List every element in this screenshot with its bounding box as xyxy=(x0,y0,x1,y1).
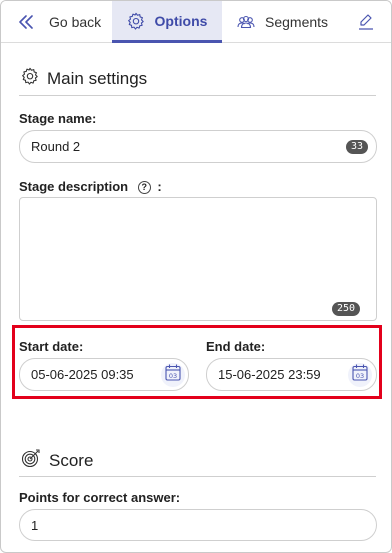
main-settings-heading: Main settings xyxy=(21,67,147,90)
points-input[interactable]: 1 xyxy=(19,509,377,541)
stage-name-label: Stage name: xyxy=(19,111,97,126)
tab-segments-label: Segments xyxy=(265,13,329,30)
tab-segments[interactable]: Segments xyxy=(237,1,328,42)
section-divider xyxy=(19,95,376,96)
tab-go-back[interactable]: Go back xyxy=(19,1,101,42)
stage-description-label: Stage description ? : xyxy=(19,179,162,194)
section-divider xyxy=(19,476,376,477)
dates-highlight-box xyxy=(12,325,382,399)
target-icon xyxy=(21,448,41,473)
stage-description-label-colon: : xyxy=(157,179,162,194)
score-title: Score xyxy=(49,450,94,470)
segments-icon xyxy=(237,15,255,29)
stage-description-char-counter: 250 xyxy=(332,302,361,316)
tab-options-label: Options xyxy=(154,12,208,29)
stage-description-textarea[interactable] xyxy=(19,197,377,321)
back-arrow-icon xyxy=(19,14,33,30)
score-heading: Score xyxy=(21,448,93,473)
main-settings-title: Main settings xyxy=(47,68,148,88)
stage-settings-panel: Go back Options Segments Main settings S… xyxy=(0,0,392,553)
tab-bar: Go back Options Segments xyxy=(1,1,391,43)
points-value: 1 xyxy=(31,517,39,533)
stage-name-value: Round 2 xyxy=(31,139,81,154)
gear-icon xyxy=(127,12,145,30)
stage-name-input[interactable]: Round 2 xyxy=(19,130,377,163)
tab-go-back-label: Go back xyxy=(49,13,102,30)
stage-description-label-text: Stage description xyxy=(19,179,129,194)
tab-next-partial[interactable] xyxy=(357,1,375,42)
stage-name-char-counter: 33 xyxy=(346,140,369,154)
pen-icon xyxy=(357,13,375,31)
points-label: Points for correct answer: xyxy=(19,490,181,505)
gear-icon xyxy=(21,67,39,90)
help-icon[interactable]: ? xyxy=(137,181,151,194)
tab-options[interactable]: Options xyxy=(112,1,222,43)
